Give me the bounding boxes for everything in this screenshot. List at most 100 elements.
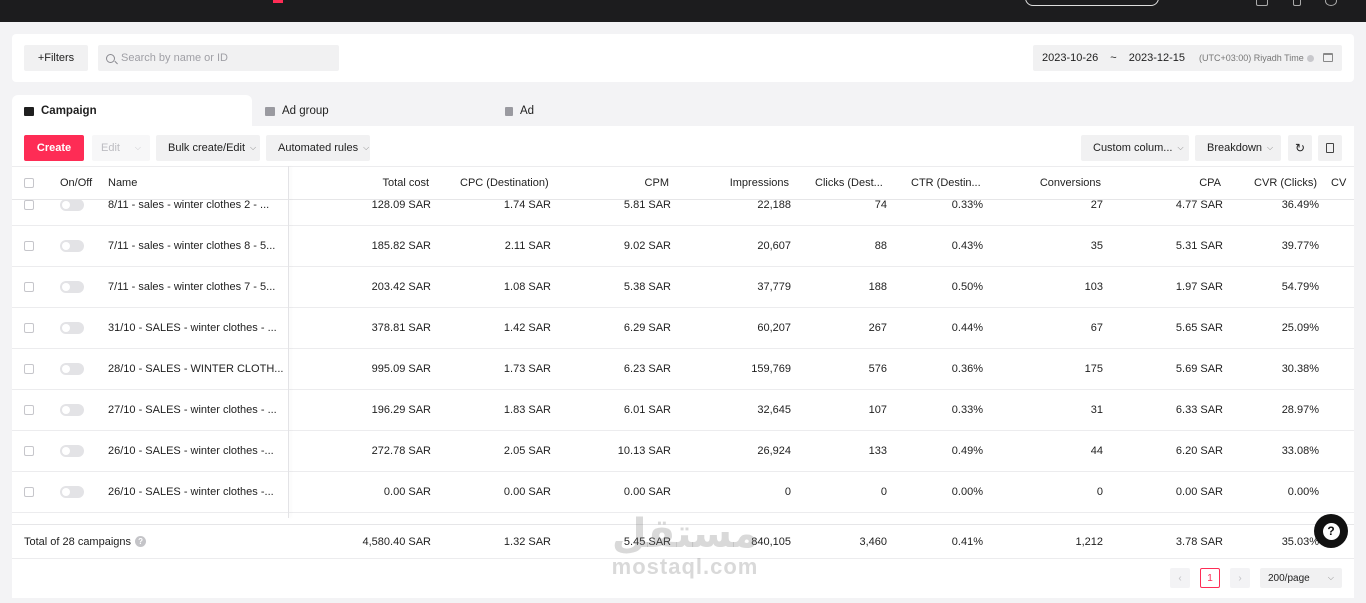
create-button[interactable]: Create (24, 135, 84, 161)
row-checkbox[interactable] (24, 241, 34, 251)
table-row[interactable]: 27/10 - SALES - winter clothes - ... 196.… (12, 390, 1354, 431)
table-row[interactable]: 26/10 - SALES - winter clothes -... 0.00 … (12, 472, 1354, 513)
current-page-button[interactable]: 1 (1200, 568, 1220, 588)
export-button[interactable] (1318, 135, 1342, 161)
campaign-name-link[interactable]: 7/11 - sales - winter clothes 7 - 5... (108, 267, 275, 307)
automated-rules-button[interactable]: Automated rules ⌵ (266, 135, 370, 161)
breakdown-button[interactable]: Breakdown ⌵ (1195, 135, 1281, 161)
total-cost: 4,580.40 SAR (362, 535, 432, 548)
cell-impressions: 32,645 (757, 404, 791, 416)
col-cpm[interactable]: CPM (572, 167, 669, 199)
cell-cpa: 6.33 SAR (1175, 404, 1223, 416)
col-clicks[interactable]: Clicks (Dest... (815, 167, 883, 199)
campaign-name-link[interactable]: 8/11 - sales - winter clothes 2 - ... (108, 200, 269, 225)
tab-campaign[interactable]: Campaign (12, 95, 252, 127)
cell-clicks: 188 (868, 281, 887, 293)
cell-conversions: 175 (1084, 363, 1103, 375)
status-toggle[interactable] (60, 240, 84, 252)
col-cpc[interactable]: CPC (Destination) (460, 167, 549, 199)
chevron-down-icon: ⌵ (363, 143, 370, 152)
select-all-checkbox[interactable] (24, 178, 34, 188)
custom-columns-button[interactable]: Custom colum... ⌵ (1081, 135, 1189, 161)
table-row[interactable]: 7/11 - sales - winter clothes 7 - 5... 20… (12, 267, 1354, 308)
cell-cpc: 1.74 SAR (503, 200, 551, 211)
row-checkbox[interactable] (24, 446, 34, 456)
col-onoff[interactable]: On/Off (60, 167, 92, 199)
notification-icon[interactable] (1256, 0, 1268, 6)
cell-conversions: 27 (1090, 200, 1103, 211)
col-ctr[interactable]: CTR (Destin... (911, 167, 981, 199)
campaign-name-link[interactable]: 26/10 - SALES - winter clothes -... (108, 431, 274, 471)
status-toggle[interactable] (60, 200, 84, 211)
col-next-truncated[interactable]: CV (1331, 167, 1346, 199)
cell-total-cost: 272.78 SAR (371, 445, 431, 457)
col-impressions[interactable]: Impressions (692, 167, 789, 199)
col-name[interactable]: Name (108, 167, 137, 199)
cell-cvr: 54.79% (1281, 281, 1319, 293)
status-toggle[interactable] (60, 404, 84, 416)
campaign-name-link[interactable]: 28/10 - SALES - WINTER CLOTH... (108, 349, 283, 389)
status-toggle[interactable] (60, 322, 84, 334)
col-conversions[interactable]: Conversions (1002, 167, 1101, 199)
row-checkbox[interactable] (24, 405, 34, 415)
help-fab-button[interactable]: ? (1314, 514, 1348, 548)
prev-page-button[interactable]: ‹ (1170, 568, 1190, 588)
status-toggle[interactable] (60, 281, 84, 293)
date-start: 2023-10-26 (1042, 52, 1099, 64)
row-toggle-cell (60, 390, 84, 430)
date-range-picker[interactable]: 2023-10-26 ~ 2023-12-15 (UTC+03:00) Riya… (1033, 45, 1342, 71)
ad-icon (505, 106, 513, 116)
account-icon[interactable] (1325, 0, 1337, 6)
row-checkbox[interactable] (24, 487, 34, 497)
col-cpa[interactable]: CPA (1122, 167, 1221, 199)
campaign-name-link[interactable]: 31/10 - SALES - winter clothes - ... (108, 308, 277, 348)
edit-button[interactable]: Edit ⌵ (92, 135, 150, 161)
chevron-down-icon: ⌵ (1177, 143, 1184, 152)
campaign-name-link[interactable]: 26/10 - SALES - winter clothes -... (108, 472, 274, 512)
timezone-info-icon[interactable] (1306, 54, 1314, 62)
table-row[interactable]: 8/11 - sales - winter clothes 2 - ... 128… (12, 200, 1354, 226)
tab-label: Campaign (41, 105, 97, 117)
row-checkbox[interactable] (24, 200, 34, 210)
table-row[interactable]: 7/11 - sales - winter clothes 8 - 5... 18… (12, 226, 1354, 267)
search-box[interactable] (98, 45, 339, 71)
table-row[interactable]: 28/10 - SALES - WINTER CLOTH... 995.09 SA… (12, 349, 1354, 390)
cell-cpc: 2.05 SAR (503, 445, 551, 457)
refresh-button[interactable]: ↻ (1288, 135, 1312, 161)
cell-cpm: 6.29 SAR (623, 322, 671, 334)
status-toggle[interactable] (60, 445, 84, 457)
search-input[interactable] (121, 52, 321, 64)
filters-button[interactable]: +Filters (24, 45, 88, 71)
campaign-name-link[interactable]: 7/11 - sales - winter clothes 8 - 5... (108, 226, 275, 266)
bulk-create-edit-button[interactable]: Bulk create/Edit ⌵ (156, 135, 260, 161)
page-size-select[interactable]: 200/page ⌵ (1260, 568, 1342, 588)
tab-label: Ad group (282, 105, 329, 117)
top-search-pill[interactable] (1025, 0, 1159, 6)
frozen-column-divider (288, 166, 289, 518)
cell-cpc: 2.11 SAR (504, 240, 551, 252)
col-total-cost[interactable]: Total cost (312, 167, 429, 199)
next-page-button[interactable]: › (1230, 568, 1250, 588)
table-row[interactable]: 31/10 - SALES - winter clothes - ... 378.… (12, 308, 1354, 349)
pagination: ‹ 1 › 200/page ⌵ (12, 568, 1354, 588)
help-icon[interactable] (1293, 0, 1301, 6)
col-cvr[interactable]: CVR (Clicks) (1232, 167, 1317, 199)
row-checkbox[interactable] (24, 282, 34, 292)
row-checkbox[interactable] (24, 323, 34, 333)
cell-cpc: 1.42 SAR (503, 322, 551, 334)
row-checkbox[interactable] (24, 364, 34, 374)
question-icon: ? (1322, 522, 1340, 540)
tab-ad[interactable]: Ad (505, 95, 705, 127)
question-icon[interactable]: ? (135, 536, 147, 547)
status-toggle[interactable] (60, 486, 84, 498)
campaign-name-link[interactable]: 27/10 - SALES - winter clothes - ... (108, 390, 277, 430)
cell-cvr: 36.49% (1281, 200, 1319, 211)
tab-ad-group[interactable]: Ad group (265, 95, 465, 127)
cell-conversions: 31 (1090, 404, 1103, 416)
search-icon (106, 53, 115, 63)
table-row[interactable]: 26/10 - SALES - winter clothes -... 272.7… (12, 431, 1354, 472)
cell-cpa: 5.69 SAR (1175, 363, 1223, 375)
cell-clicks: 0 (880, 486, 887, 498)
cell-impressions: 0 (784, 486, 791, 498)
status-toggle[interactable] (60, 363, 84, 375)
